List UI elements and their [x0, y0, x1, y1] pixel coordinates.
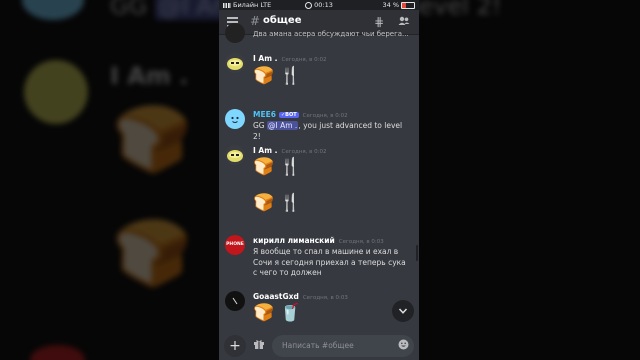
plus-icon[interactable]: + — [224, 335, 246, 357]
message-list[interactable]: Два амана асера обсуждают чьи берега... … — [219, 23, 419, 333]
channel-name: общее — [263, 15, 302, 26]
avatar — [225, 23, 245, 43]
author-name[interactable]: I Am . Сегодня, в 0:02 — [253, 54, 327, 63]
emoji: 🍞 🥤 — [253, 303, 301, 323]
message: GoaastGxd Сегодня, в 0:03 🍞 🥤 — [219, 291, 419, 333]
author-name[interactable]: кирилл лиманский Сегодня, в 0:03 — [253, 236, 384, 245]
timestamp: Сегодня, в 0:02 — [281, 149, 327, 155]
avatar[interactable] — [225, 291, 245, 311]
message-composer: + Написать #общее — [219, 332, 419, 360]
timestamp: Сегодня, в 0:03 — [338, 239, 384, 245]
message-text: Я вообще то спал в машине и ехал в Сочи … — [253, 247, 406, 277]
emoji-icon[interactable] — [398, 339, 409, 353]
timestamp: Сегодня, в 0:02 — [281, 57, 327, 63]
message: PHONE кирилл лиманский Сегодня, в 0:03 Я … — [219, 235, 419, 287]
recording-icon — [305, 1, 313, 9]
message: I Am . Сегодня, в 0:02 🍞 🍴 — [219, 51, 419, 95]
hash-icon: # — [250, 14, 261, 28]
user-mention[interactable]: @I Am . — [267, 121, 299, 130]
avatar[interactable] — [225, 145, 245, 165]
avatar[interactable]: PHONE — [225, 235, 245, 255]
timestamp: Сегодня, в 0:02 — [302, 113, 348, 119]
battery-percent: 34 % — [382, 1, 399, 9]
message: MEE6 ✓BOT Сегодня, в 0:02 GG @I Am ., you … — [219, 107, 419, 141]
emoji: 🍞 🍴 — [253, 193, 301, 213]
gift-icon[interactable] — [253, 338, 265, 350]
emoji: 🍞 🍴 — [253, 157, 301, 177]
discord-screen: Билайн LTE 00:13 34 % # общее ⋕ Два аман… — [219, 0, 419, 360]
message-text: GG @I Am ., you just advanced to level 2… — [253, 121, 403, 141]
status-bar: Билайн LTE 00:13 34 % — [219, 0, 419, 10]
avatar[interactable] — [225, 53, 245, 73]
author-name[interactable]: GoaastGxd Сегодня, в 0:03 — [253, 292, 348, 301]
author-name[interactable]: I Am . Сегодня, в 0:02 — [253, 146, 327, 155]
chevron-down-icon — [398, 308, 408, 314]
timestamp: Сегодня, в 0:03 — [302, 295, 348, 301]
emoji: 🍞 🍴 — [253, 66, 301, 86]
message-input[interactable]: Написать #общее — [272, 335, 414, 357]
author-name[interactable]: MEE6 ✓BOT Сегодня, в 0:02 — [253, 110, 348, 119]
message-text: Два амана асера обсуждают чьи берега... — [253, 30, 409, 38]
jump-to-bottom-button[interactable] — [392, 300, 414, 322]
threads-icon[interactable]: ⋕ — [374, 15, 384, 29]
battery-icon — [401, 1, 415, 9]
scrollbar[interactable] — [416, 245, 418, 261]
avatar[interactable] — [225, 109, 245, 129]
clock: 00:13 — [314, 1, 333, 9]
message-input-placeholder: Написать #общее — [282, 341, 354, 350]
bot-badge: ✓BOT — [278, 112, 299, 118]
list-item: Два амана асера обсуждают чьи берега... — [219, 23, 419, 43]
members-icon[interactable] — [398, 15, 410, 30]
message: I Am . Сегодня, в 0:02 🍞 🍴 🍞 🍴 — [219, 143, 419, 223]
